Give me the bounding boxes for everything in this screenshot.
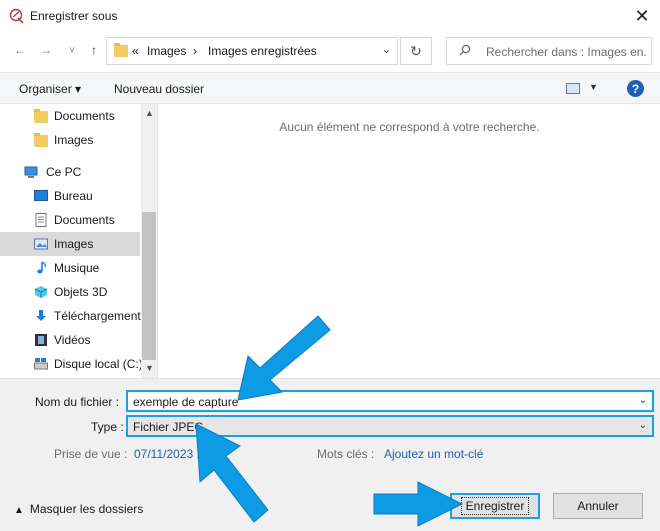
help-icon[interactable]: ? [627,80,644,97]
sidebar-item-label: Téléchargements [54,309,147,323]
cube-icon [34,286,48,298]
sidebar-item-label: Documents [54,109,115,123]
tags-value[interactable]: Ajoutez un mot-clé [384,447,483,461]
scroll-thumb[interactable] [142,212,156,360]
sidebar-item-images-quick[interactable]: Images [0,128,140,152]
back-arrow-icon: ← [14,43,26,57]
folder-icon [34,109,48,123]
desktop-icon [34,190,48,201]
scroll-up-icon[interactable]: ▲ [145,108,154,118]
organize-button[interactable]: Organiser ▾ [19,82,81,96]
sidebar-item-documents-quick[interactable]: Documents [0,104,140,128]
folder-icon [114,43,128,57]
save-button-label: Enregistrer [460,497,530,515]
sidebar-item-label: Bureau [54,189,93,203]
recent-locations-button[interactable]: ˅ [62,40,82,60]
tags-label: Mots clés : [317,447,375,461]
app-icon [9,8,24,24]
new-folder-button[interactable]: Nouveau dossier [114,82,204,96]
type-value: Fichier JPEG [133,420,204,434]
empty-message: Aucun élément ne correspond à votre rech… [279,120,540,134]
chevron-down-icon[interactable]: ⌄ [639,420,647,431]
sidebar-item-label: Vidéos [54,333,91,347]
filename-value: exemple de capture [133,395,239,409]
sidebar-item-objets-3d[interactable]: Objets 3D [0,280,140,304]
cancel-button[interactable]: Annuler [553,493,643,519]
scroll-down-icon[interactable]: ▼ [145,363,154,373]
title-bar: Enregistrer sous ✕ [0,0,660,32]
up-arrow-icon: ↑ [91,43,97,57]
hide-folders-label: Masquer les dossiers [29,502,144,516]
sidebar-item-videos[interactable]: Vidéos [0,328,140,352]
save-button[interactable]: Enregistrer [450,493,540,519]
type-label: Type : [91,420,124,434]
chevron-down-icon[interactable]: ⌄ [639,395,647,406]
film-icon [35,334,47,346]
chevron-up-icon: ▲ [14,505,24,516]
refresh-icon: ↻ [410,42,422,59]
back-button[interactable]: ← [10,40,30,60]
date-label: Prise de vue : [54,447,128,461]
search-placeholder: Rechercher dans : Images en... [486,45,648,59]
sidebar-item-label: Disque local (C:) [54,357,143,371]
sidebar-item-label: Images [54,237,94,251]
view-options-icon[interactable] [566,83,580,94]
hide-folders-button[interactable]: ▲ Masquer les dossiers [14,502,143,516]
document-icon [35,213,47,227]
breadcrumb-images[interactable]: Images [147,44,186,58]
sidebar-item-label: Musique [54,261,100,275]
file-list[interactable]: Aucun élément ne correspond à votre rech… [159,104,660,378]
music-icon [37,261,46,274]
forward-button[interactable]: → [36,40,56,60]
filename-field[interactable]: exemple de capture ⌄ [126,390,654,412]
address-dropdown-icon[interactable]: ⌄ [382,43,391,56]
sidebar-item-label: Ce PC [46,165,82,179]
date-value[interactable]: 07/11/2023 19:2 [134,447,220,461]
search-box[interactable]: Rechercher dans : Images en... [446,37,652,65]
drive-icon [34,358,48,370]
refresh-button[interactable]: ↻ [400,37,432,65]
window-title: Enregistrer sous [30,9,118,23]
download-icon [36,310,46,321]
cancel-button-label: Annuler [577,499,619,513]
address-bar[interactable]: « Images › Images enregistrées ⌄ [106,37,398,65]
filename-label: Nom du fichier : [35,395,120,409]
navigation-pane[interactable]: Documents Images Ce PC Bureau Documents … [0,104,158,378]
sidebar-item-images[interactable]: Images [0,232,140,256]
view-dropdown-icon[interactable]: ▼ [589,82,598,92]
sidebar-item-ce-pc[interactable]: Ce PC [0,160,140,184]
save-form: Nom du fichier : exemple de capture ⌄ Ty… [0,378,660,531]
breadcrumb-overflow[interactable]: « [132,44,139,58]
forward-arrow-icon: → [40,43,52,57]
chevron-down-icon: ˅ [69,44,75,56]
pictures-icon [34,238,48,250]
breadcrumb-separator: › [193,44,197,58]
sidebar-item-telechargements[interactable]: Téléchargements [0,304,147,328]
sidebar-item-bureau[interactable]: Bureau [0,184,140,208]
sidebar-item-label: Images [54,133,94,147]
close-icon: ✕ [634,5,650,26]
sidebar-item-label: Documents [54,213,115,227]
up-button[interactable]: ↑ [84,40,104,60]
sidebar-item-label: Objets 3D [54,285,108,299]
sidebar-item-disque-local[interactable]: Disque local (C:) [0,352,143,376]
close-button[interactable]: ✕ [624,0,660,32]
folder-icon [34,133,48,147]
search-icon [459,44,471,56]
sidebar-item-documents[interactable]: Documents [0,208,140,232]
breadcrumb-images-enregistrees[interactable]: Images enregistrées [208,44,317,58]
navigation-bar: ← → ˅ ↑ « Images › Images enregistrées ⌄… [0,32,660,72]
type-select[interactable]: Fichier JPEG ⌄ [126,415,654,437]
command-toolbar: Organiser ▾ Nouveau dossier ▼ ? [0,72,660,104]
computer-icon [24,166,38,178]
sidebar-item-musique[interactable]: Musique [0,256,140,280]
